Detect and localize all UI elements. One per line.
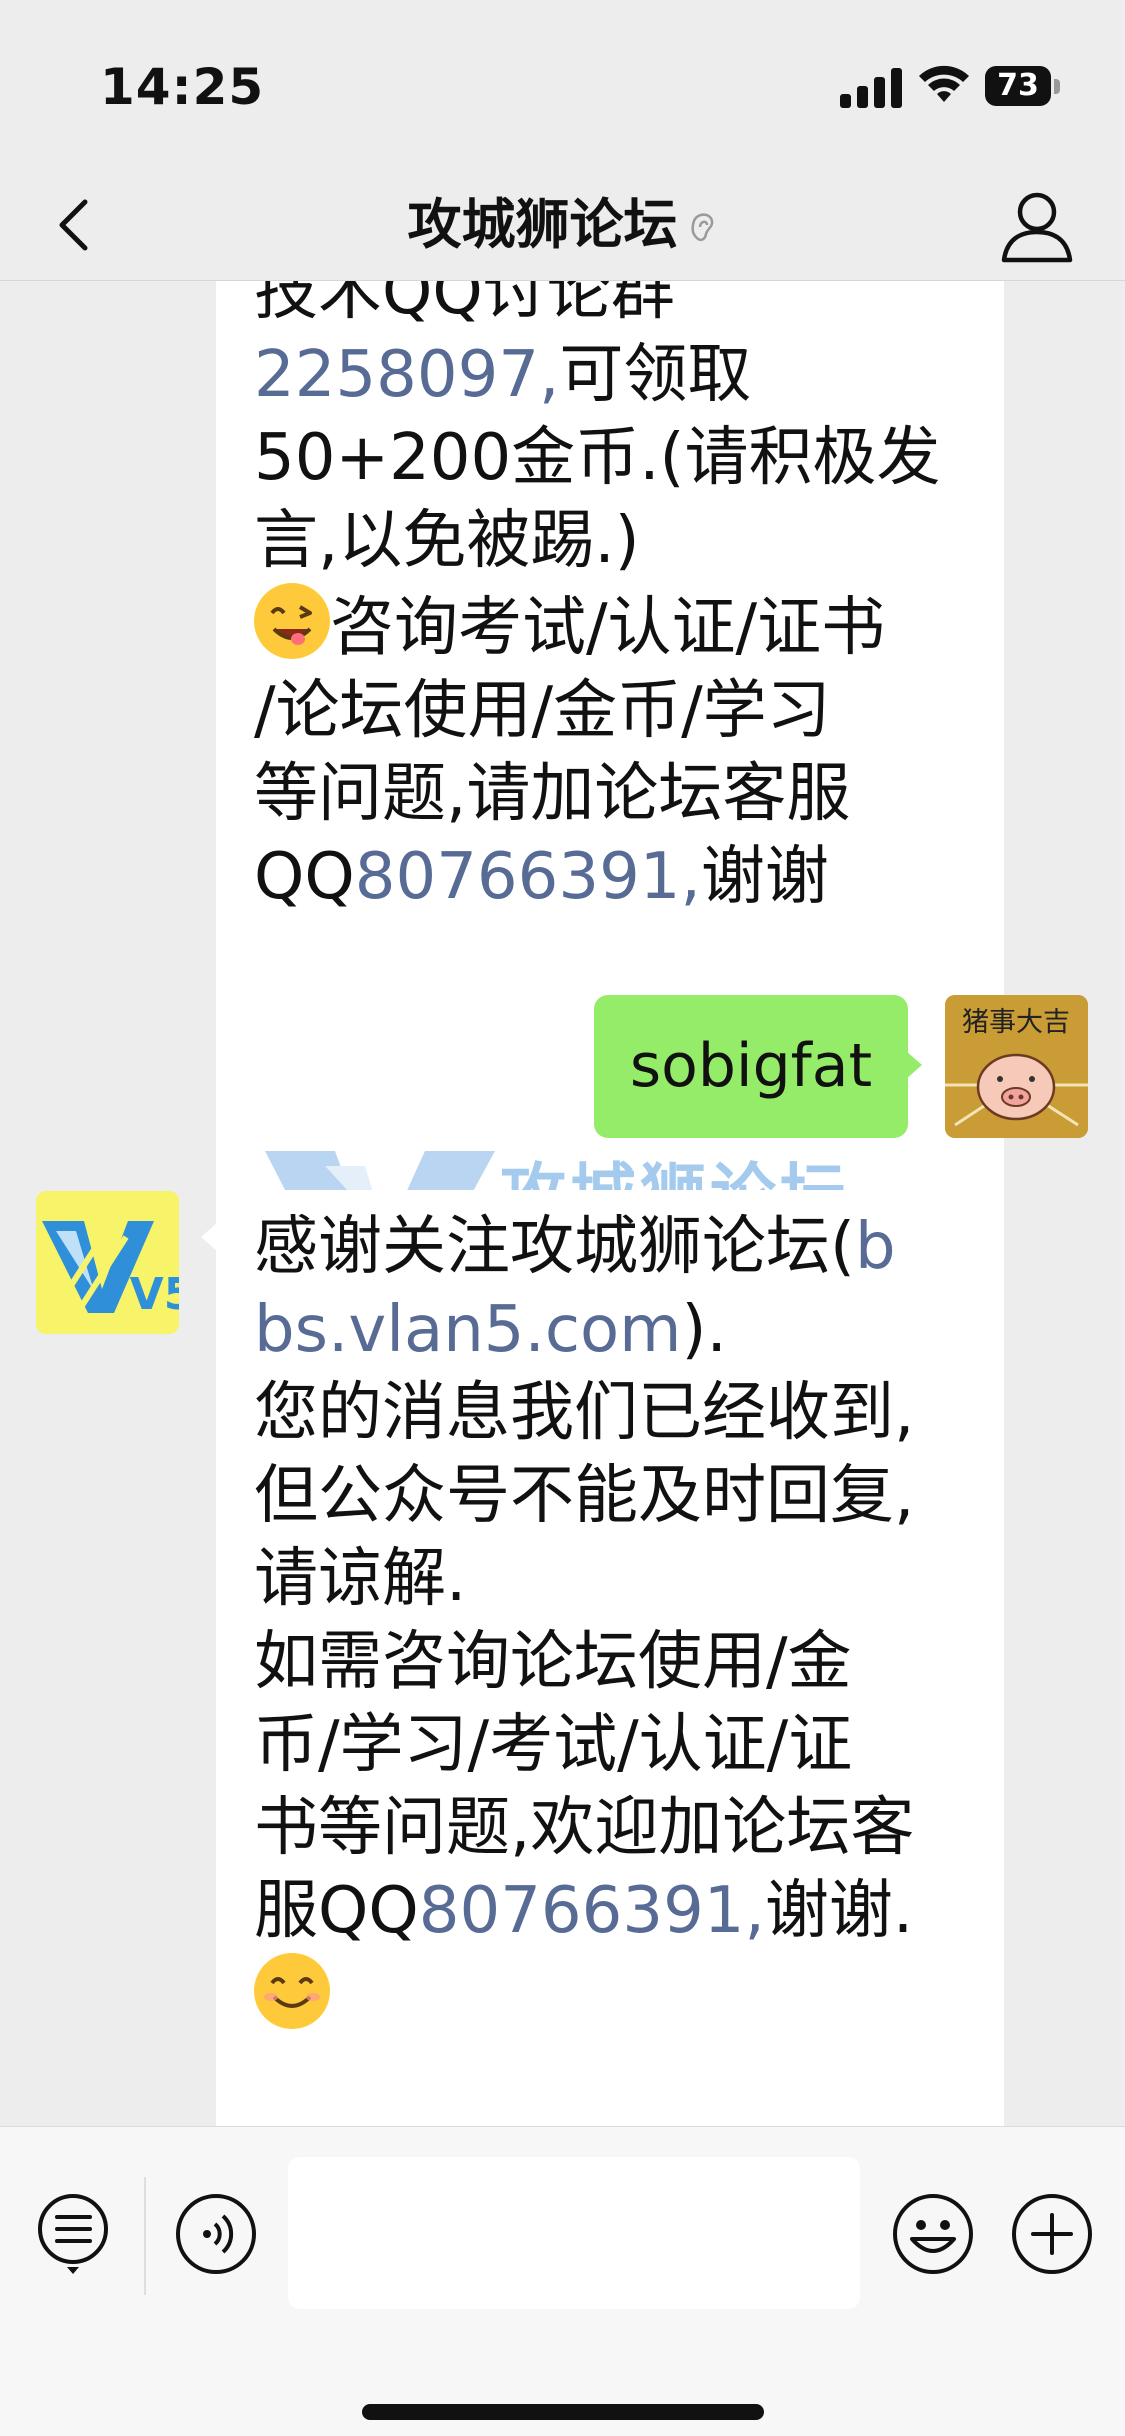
wink-emoji-icon	[254, 583, 330, 659]
divider	[144, 2177, 146, 2295]
message-text: 咨询考试/认证/证书	[330, 591, 886, 665]
message-text: 服QQ	[254, 1874, 419, 1948]
avatar-badge-text: 猪事大吉	[962, 1007, 1070, 1038]
battery-icon: 73	[985, 66, 1063, 106]
message-line: 请谅解.	[254, 1542, 467, 1616]
message-text: 谢谢	[700, 840, 829, 914]
status-bar: 14:25 73	[0, 0, 1125, 170]
message-line: 书等问题,欢迎加论坛客	[254, 1791, 915, 1865]
bubble-tail	[906, 1051, 922, 1079]
message-line: 但公众号不能及时回复,	[254, 1459, 915, 1533]
emoji-icon[interactable]	[890, 2191, 976, 2277]
outgoing-message[interactable]: sobigfat	[594, 995, 908, 1138]
chat-title: 攻城狮论坛	[407, 193, 678, 256]
battery-level: 73	[985, 66, 1051, 106]
message-line: 言,以免被踢.)	[254, 504, 640, 578]
message-line: 50+200金币.(请积极发	[254, 421, 941, 495]
profile-icon[interactable]	[992, 180, 1082, 270]
voice-icon[interactable]	[173, 2191, 259, 2277]
ear-icon	[690, 213, 713, 242]
message-text: ).	[681, 1293, 727, 1367]
message-input[interactable]	[288, 2157, 860, 2309]
back-icon[interactable]	[40, 180, 120, 270]
message-list[interactable]: 技术QQ讨论群 2258097,可领取 50+200金币.(请积极发 言,以免被…	[0, 281, 1125, 2126]
message-line: /论坛使用/金币/学习	[254, 674, 831, 748]
official-account-avatar[interactable]: V5	[36, 1191, 179, 1334]
message-text: 谢谢.	[764, 1874, 914, 1948]
message-line: 币/学习/考试/认证/证	[254, 1708, 853, 1782]
smile-emoji-icon	[254, 1953, 330, 2029]
user-avatar[interactable]: 猪事大吉	[945, 995, 1088, 1138]
wifi-icon	[919, 65, 969, 102]
avatar-logo-text: V5	[130, 1269, 179, 1320]
signal-icon	[840, 68, 902, 108]
message-text: 感谢关注攻城狮论坛(	[254, 1210, 855, 1284]
qq-service-link[interactable]: 80766391,	[355, 840, 701, 914]
chat-screen: 14:25 73 攻城狮论坛 技术QQ讨论群 2258097,可领取 50+20…	[0, 0, 1125, 2436]
input-bar	[0, 2126, 1125, 2436]
message-line: 如需咨询论坛使用/金	[254, 1625, 852, 1699]
incoming-message[interactable]: 感谢关注攻城狮论坛(b bs.vlan5.com). 您的消息我们已经收到, 但…	[216, 1190, 1004, 2126]
home-indicator[interactable]	[362, 2404, 764, 2420]
nav-bar: 攻城狮论坛	[0, 170, 1125, 281]
message-line: 您的消息我们已经收到,	[254, 1376, 915, 1450]
forum-link[interactable]: b	[855, 1210, 896, 1284]
menu-icon[interactable]	[30, 2189, 116, 2275]
status-time: 14:25	[100, 58, 265, 116]
qq-service-link[interactable]: 80766391,	[419, 1874, 765, 1948]
message-text: QQ	[254, 840, 355, 914]
message-line: 等问题,请加论坛客服	[254, 757, 851, 831]
plus-icon[interactable]	[1009, 2191, 1095, 2277]
qq-group-link[interactable]: 2258097,	[254, 338, 559, 412]
bubble-tail	[201, 1223, 217, 1251]
message-line: 技术QQ讨论群	[254, 281, 675, 329]
message-text: 可领取	[559, 338, 752, 412]
forum-link[interactable]: bs.vlan5.com	[254, 1293, 682, 1367]
